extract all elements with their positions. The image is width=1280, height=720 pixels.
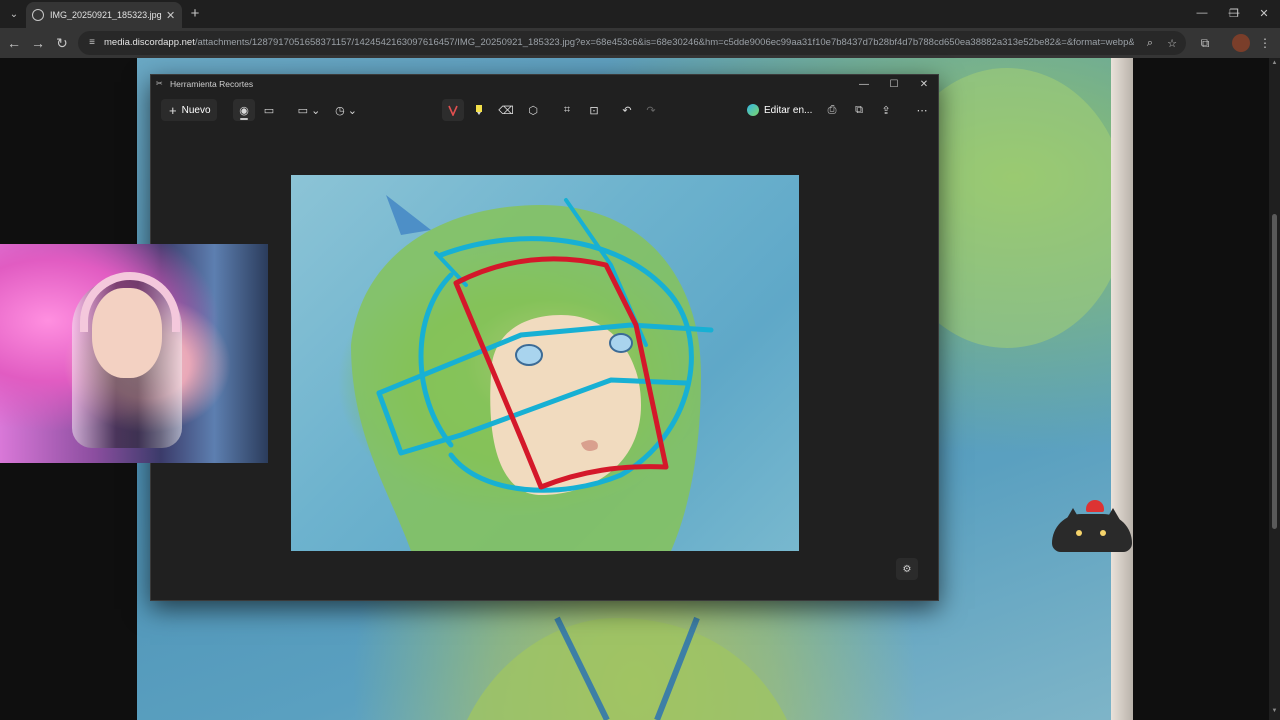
screenshot-mode-camera-icon[interactable]: ◉ [233,99,255,121]
webcam-headset [80,272,180,332]
window-restore-icon[interactable]: ❐ [1220,4,1248,22]
save-icon[interactable]: ⎙ [821,99,843,121]
snip-window-title: Herramienta Recortes [170,79,254,89]
new-tab-plus-icon[interactable]: + [186,4,204,22]
snip-titlebar[interactable]: ✂ Herramienta Recortes — ☐ ✕ [151,75,938,93]
forward-arrow-icon[interactable]: → [28,33,48,53]
url-host: media.discordapp.net [104,37,195,48]
tab-search-chevron-down-icon[interactable]: ⌄ [4,4,24,24]
redo-icon[interactable]: ↷ [640,99,662,121]
crop-icon[interactable]: ⌗ [556,99,578,121]
new-snip-button[interactable]: + Nuevo [161,99,217,121]
share-icon[interactable]: ⇪ [875,99,897,121]
page-scrollbar[interactable]: ▲ ▼ [1269,58,1280,720]
snip-drawing-image[interactable] [291,175,799,551]
video-mode-icon[interactable]: ▭ [258,99,280,121]
tab-strip: ⌄ IMG_20250921_185323.jpg (74... ✕ + — —… [0,0,1280,28]
undo-icon[interactable]: ↶ [616,99,638,121]
text-actions-corner-button[interactable]: ⚙ [896,558,918,580]
cat-eye-right [1100,530,1106,536]
snipping-tool-app-icon: ✂ [156,79,163,88]
site-info-tune-icon[interactable]: ≡ [86,36,98,48]
snip-maximize-icon[interactable]: ☐ [879,75,909,93]
copy-icon[interactable]: ⧉ [848,99,870,121]
profile-avatar-icon[interactable] [1232,34,1250,52]
cat-sticker-overlay [1046,500,1138,556]
back-arrow-icon[interactable]: ← [4,33,24,53]
url-path: /attachments/1287917051658371157/1424542… [194,37,1134,48]
more-options-icon[interactable]: ⋯ [911,99,933,121]
cat-eye-left [1076,530,1082,536]
snipping-tool-window: ✂ Herramienta Recortes — ☐ ✕ + Nuevo ◉ ▭… [150,74,939,601]
edit-in-label: Editar en... [764,104,813,116]
snip-canvas: ⚙ [151,127,938,600]
tab-title: IMG_20250921_185323.jpg (74... [50,10,162,20]
snip-shape-rectangle-icon[interactable]: ▭ ⌄ [295,99,323,121]
zoom-icon[interactable]: ⌕ [1142,35,1158,51]
highlighter-icon[interactable] [468,99,490,121]
new-snip-label: Nuevo [181,104,211,116]
snip-minimize-icon[interactable]: — [849,75,879,93]
browser-toolbar: ← → ↻ ≡ media.discordapp.net/attachments… [0,28,1280,58]
delay-clock-icon[interactable]: ◷ ⌄ [332,99,360,121]
pen-tool-icon[interactable] [442,99,464,121]
browser-menu-kebab-icon[interactable]: ⋮ [1256,34,1274,52]
plus-icon: + [169,102,177,118]
scroll-thumb[interactable] [1272,214,1277,529]
webcam-overlay [0,244,268,463]
shapes-icon[interactable]: ⬡ [522,99,544,121]
scroll-up-arrow-icon[interactable]: ▲ [1270,60,1279,69]
paint-app-icon [747,104,759,116]
image-favicon-icon [32,9,44,21]
text-actions-icon[interactable]: ⊡ [583,99,605,121]
drawing-annotations [351,195,714,551]
cat-body [1052,514,1132,552]
tab-close-icon[interactable]: ✕ [166,9,175,22]
window-close-icon[interactable]: ✕ [1250,4,1278,22]
bookmark-star-icon[interactable]: ☆ [1164,35,1180,51]
url-text[interactable]: media.discordapp.net/attachments/1287917… [104,37,1134,48]
snip-toolbar: + Nuevo ◉ ▭ ▭ ⌄ ◷ ⌄ ⌫ ⬡ ⌗ ⊡ ↶ ↷ Editar e… [151,93,938,127]
background-notebook-edge [1111,58,1133,720]
cat-hat [1086,500,1104,512]
browser-tab-active[interactable]: IMG_20250921_185323.jpg (74... ✕ [26,2,182,28]
edit-in-button[interactable]: Editar en... [747,99,812,121]
extensions-puzzle-icon[interactable]: ⧉ [1196,34,1214,52]
reload-icon[interactable]: ↻ [52,33,72,53]
address-bar[interactable]: ≡ media.discordapp.net/attachments/12879… [78,31,1186,55]
scroll-down-arrow-icon[interactable]: ▼ [1270,708,1279,717]
eraser-icon[interactable]: ⌫ [495,99,517,121]
window-minimize-icon[interactable]: — [1188,4,1216,22]
snip-close-icon[interactable]: ✕ [909,75,939,93]
